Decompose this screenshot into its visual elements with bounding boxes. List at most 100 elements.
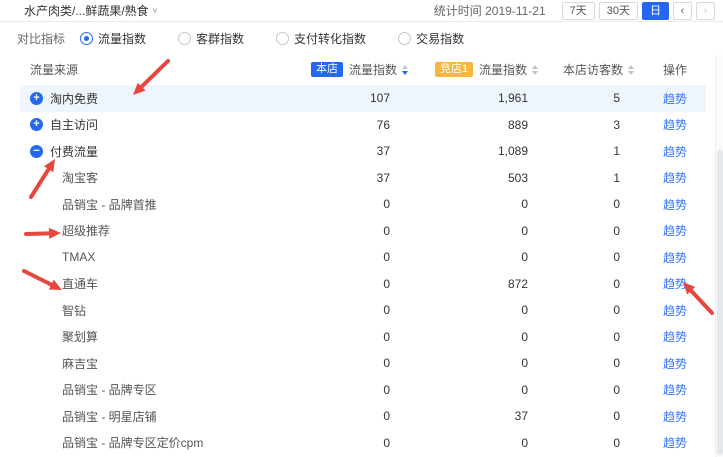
trend-link[interactable]: 趋势 (663, 92, 687, 106)
visitors-cell: 0 (542, 250, 638, 264)
sort-icon-visitors[interactable] (628, 65, 634, 75)
trend-link[interactable]: 趋势 (663, 277, 687, 291)
action-cell: 趋势 (638, 143, 706, 160)
action-cell: 趋势 (638, 222, 706, 239)
source-name: 麻吉宝 (62, 355, 98, 372)
table-header: 流量来源 本店 流量指数 竞店1 流量指数 本店访客数 操作 (20, 54, 706, 85)
own-index-cell: 107 (300, 91, 412, 105)
date-range-group: 7天30天日 (558, 2, 669, 20)
trend-link[interactable]: 趋势 (663, 383, 687, 397)
source-name: 淘宝客 (62, 169, 98, 186)
visitors-cell: 0 (542, 197, 638, 211)
rival-index-cell: 0 (412, 250, 542, 264)
table-row: −付费流量 371,0891 趋势 (20, 138, 706, 165)
metric-option-交易指数[interactable]: 交易指数 (398, 30, 464, 47)
source-cell: + 自主访问 (20, 116, 300, 133)
table-row: 品销宝 - 品牌专区定价cpm000趋势 (20, 430, 706, 457)
expand-toggle-icon[interactable]: + (30, 92, 43, 105)
stat-time-value: 2019-11-21 (485, 4, 546, 18)
source-cell: + 淘内免费 (20, 90, 300, 107)
stat-time-label: 统计时间 (434, 4, 482, 18)
rival-metric-label: 流量指数 (479, 61, 527, 78)
vertical-scrollbar-thumb[interactable] (717, 150, 723, 455)
trend-link[interactable]: 趋势 (663, 251, 687, 265)
trend-link[interactable]: 趋势 (663, 171, 687, 185)
visitors-label: 本店访客数 (563, 61, 623, 78)
sort-icon-rival[interactable] (532, 65, 538, 75)
metric-option-支付转化指数[interactable]: 支付转化指数 (276, 30, 366, 47)
rival-index-cell: 889 (412, 118, 542, 132)
source-name: 自主访问 (50, 116, 98, 133)
category-selector[interactable]: 水产肉类/...鲜蔬果/熟食 ∨ (24, 2, 158, 19)
traffic-source-table: 流量来源 本店 流量指数 竞店1 流量指数 本店访客数 操作 +淘内免费1071… (20, 54, 706, 456)
radio-icon[interactable] (80, 32, 93, 45)
radio-icon[interactable] (178, 32, 191, 45)
metric-option-客群指数[interactable]: 客群指数 (178, 30, 244, 47)
own-index-cell: 37 (300, 171, 412, 185)
source-name: 超级推荐 (62, 222, 110, 239)
expand-toggle-icon[interactable]: + (30, 118, 43, 131)
metric-option-流量指数[interactable]: 流量指数 (80, 30, 146, 47)
radio-icon[interactable] (276, 32, 289, 45)
trend-link[interactable]: 趋势 (663, 357, 687, 371)
table-row: 品销宝 - 明星店铺0370趋势 (20, 403, 706, 430)
radio-icon[interactable] (398, 32, 411, 45)
own-index-cell: 0 (300, 383, 412, 397)
sort-icon-own[interactable] (402, 65, 408, 75)
rival-index-cell: 872 (412, 277, 542, 291)
own-store-badge: 本店 (311, 62, 343, 77)
own-index-cell: 0 (300, 303, 412, 317)
trend-link[interactable]: 趋势 (663, 436, 687, 450)
rival-index-cell: 1,089 (412, 144, 542, 158)
trend-link[interactable]: 趋势 (663, 224, 687, 238)
trend-link[interactable]: 趋势 (663, 304, 687, 318)
action-cell: 趋势 (638, 302, 706, 319)
traffic-source-compare-page: 水产肉类/...鲜蔬果/熟食 ∨ 统计时间 2019-11-21 7天30天日 … (0, 0, 723, 457)
source-cell: 淘宝客 (20, 169, 300, 186)
source-name: 淘内免费 (50, 90, 98, 107)
next-period-button[interactable]: › (696, 2, 715, 20)
column-header-rival-index: 竞店1 流量指数 (412, 61, 542, 78)
action-cell: 趋势 (638, 116, 706, 133)
rival-index-cell: 0 (412, 356, 542, 370)
action-cell: 趋势 (638, 249, 706, 266)
collapse-toggle-icon[interactable]: − (30, 145, 43, 158)
action-cell: 趋势 (638, 328, 706, 345)
metric-option-label: 交易指数 (416, 30, 464, 47)
range-button-30天[interactable]: 30天 (599, 2, 638, 20)
prev-period-button[interactable]: ‹ (673, 2, 692, 20)
own-index-cell: 0 (300, 250, 412, 264)
rival-index-cell: 0 (412, 330, 542, 344)
rival-index-cell: 37 (412, 409, 542, 423)
action-cell: 趋势 (638, 434, 706, 451)
visitors-cell: 0 (542, 436, 638, 450)
visitors-cell: 1 (542, 144, 638, 158)
action-cell: 趋势 (638, 275, 706, 292)
trend-link[interactable]: 趋势 (663, 198, 687, 212)
own-index-cell: 0 (300, 409, 412, 423)
top-bar: 水产肉类/...鲜蔬果/熟食 ∨ 统计时间 2019-11-21 7天30天日 … (0, 0, 723, 22)
trend-link[interactable]: 趋势 (663, 330, 687, 344)
action-cell: 趋势 (638, 408, 706, 425)
trend-link[interactable]: 趋势 (663, 145, 687, 159)
action-cell: 趋势 (638, 381, 706, 398)
action-cell: 趋势 (638, 90, 706, 107)
visitors-cell: 0 (542, 330, 638, 344)
rival-store-badge: 竞店1 (435, 62, 473, 77)
rival-index-cell: 1,961 (412, 91, 542, 105)
trend-link[interactable]: 趋势 (663, 410, 687, 424)
table-row: TMAX000趋势 (20, 244, 706, 271)
table-row: 直通车08720趋势 (20, 271, 706, 298)
source-name: TMAX (62, 250, 95, 264)
own-index-cell: 37 (300, 144, 412, 158)
range-button-日[interactable]: 日 (642, 2, 669, 20)
vertical-scrollbar-track (715, 55, 723, 457)
source-cell: 聚划算 (20, 328, 300, 345)
table-row: 麻吉宝000趋势 (20, 350, 706, 377)
source-name: 付费流量 (50, 143, 98, 160)
trend-link[interactable]: 趋势 (663, 118, 687, 132)
range-button-7天[interactable]: 7天 (562, 2, 595, 20)
action-cell: 趋势 (638, 355, 706, 372)
metric-option-label: 客群指数 (196, 30, 244, 47)
source-cell: 品销宝 - 品牌专区定价cpm (20, 434, 300, 451)
